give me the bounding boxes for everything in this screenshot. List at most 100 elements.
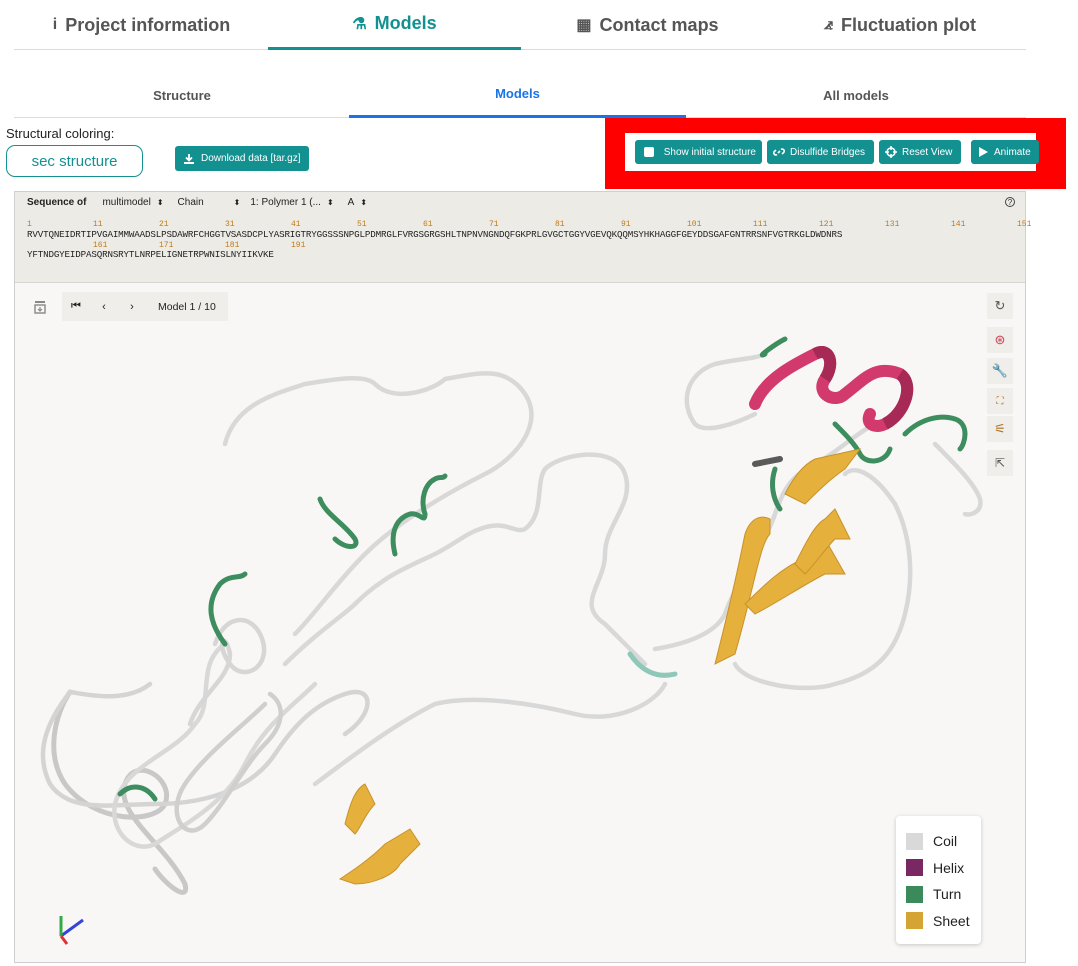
legend-swatch (906, 885, 923, 903)
residue-number: 1 (27, 220, 32, 229)
subtab-models[interactable]: Models (349, 72, 686, 118)
turn-segment (770, 466, 783, 512)
residue-number: 191 (291, 241, 306, 250)
sequence-line-1[interactable]: RVVTQNEIDRTIPVGAIMMWAADSLPSDAWRFCHGGTVSA… (27, 229, 842, 240)
tab-label: Models (374, 13, 437, 33)
sort-icon: ⬍ (326, 198, 334, 207)
residue-number: 31 (225, 220, 235, 229)
grid-icon: ▦ (576, 17, 592, 34)
coil-segment (684, 351, 768, 431)
highlight-box: Show initial structure Disulfide Bridges… (605, 118, 1066, 189)
animate-button[interactable]: Animate (971, 140, 1039, 164)
ligand-stick (752, 456, 783, 467)
tab-label: Project information (65, 14, 231, 35)
residue-number: 141 (951, 220, 966, 229)
settings-sliders-icon[interactable]: ⚟ (987, 416, 1013, 442)
toggle-sequence-icon[interactable] (29, 296, 51, 318)
chain-select[interactable]: A ⬍ (348, 197, 367, 208)
disulfide-bridges-button[interactable]: Disulfide Bridges (767, 140, 874, 164)
coil-segment (732, 468, 913, 691)
legend-label: Turn (933, 886, 962, 903)
download-label: Download data [tar.gz] (201, 153, 301, 164)
residue-number: 81 (555, 220, 565, 229)
download-button[interactable]: Download data [tar.gz] (175, 146, 309, 171)
previous-model-button[interactable]: ‹ (90, 301, 118, 313)
structure-canvas[interactable] (15, 284, 1025, 963)
sort-icon: ⬍ (156, 198, 164, 207)
tab-label: Contact maps (599, 14, 719, 35)
subtab-all-models[interactable]: All models (686, 72, 1026, 118)
tab-project-information[interactable]: i Project information (14, 0, 269, 50)
tab-fluctuation-plot[interactable]: ⦨ Fluctuation plot (774, 0, 1026, 50)
play-icon (977, 146, 989, 158)
sequence-line-2[interactable]: YFTNDGYEIDPASQRNSRYTLNRPELIGNETRPWNISLNY… (27, 249, 274, 260)
sequence-label: Sequence of (27, 197, 87, 208)
tab-contact-maps[interactable]: ▦ Contact maps (521, 0, 774, 50)
legend-item: Helix (906, 855, 981, 882)
entity-select[interactable]: Chain (178, 197, 204, 208)
viewer-toolbar: Show initial structure Disulfide Bridges… (625, 133, 1039, 171)
residue-number: 111 (753, 220, 768, 229)
entity-arrow: ⬍ (228, 198, 241, 207)
legend-label: Coil (933, 833, 958, 850)
sort-icon: ⬍ (360, 198, 368, 207)
button-label: Animate (994, 146, 1031, 158)
legend-label: Helix (933, 859, 965, 876)
selection-cursor-icon[interactable]: ⇱ (987, 450, 1013, 476)
residue-number: 131 (885, 220, 900, 229)
sequence-header: Sequence of multimodel ⬍ Chain ⬍ 1: Polym… (27, 197, 381, 208)
reset-view-button[interactable]: Reset View (879, 140, 961, 164)
wrench-icon[interactable]: 🔧 (987, 358, 1013, 384)
subtab-structure[interactable]: Structure (14, 72, 350, 118)
first-model-button[interactable]: ⏮ (62, 300, 90, 313)
coil-segment (932, 441, 983, 517)
residue-number: 11 (93, 220, 103, 229)
helix-ribbon (749, 346, 914, 432)
residue-number: 61 (423, 220, 433, 229)
button-label: Show initial structure (663, 146, 756, 158)
model-select[interactable]: multimodel ⬍ (102, 197, 163, 208)
residue-number: 51 (357, 220, 367, 229)
secondary-structure-legend: Coil Helix Turn Sheet (896, 816, 981, 944)
button-label: Disulfide Bridges (790, 146, 866, 158)
show-initial-structure-button[interactable]: Show initial structure (635, 140, 762, 164)
flask-icon: ⚗ (352, 15, 367, 33)
coloring-label: Structural coloring: (6, 126, 115, 141)
expand-icon[interactable]: ⛶ (987, 388, 1013, 414)
polymer-select[interactable]: 1: Polymer 1 (... ⬍ (250, 197, 333, 208)
chart-icon: ⦨ (824, 16, 833, 33)
crosshair-icon (885, 146, 897, 158)
axes-gizmo-icon (59, 916, 84, 945)
spin-icon[interactable]: ↻ (987, 293, 1013, 319)
sequence-panel: Sequence of multimodel ⬍ Chain ⬍ 1: Polym… (15, 192, 1031, 283)
coloring-select[interactable]: sec structure (6, 145, 143, 177)
next-model-button[interactable]: › (118, 301, 146, 313)
residue-number: 21 (159, 220, 169, 229)
model-navigation: ⏮ ‹ › Model 1 / 10 (62, 292, 228, 321)
legend-swatch (906, 859, 923, 877)
residue-number: 101 (687, 220, 702, 229)
help-icon[interactable]: ? (1005, 197, 1015, 207)
tab-models[interactable]: ⚗ Models (268, 0, 521, 50)
turn-segment (760, 336, 788, 358)
residue-number: 91 (621, 220, 631, 229)
sub-tabs: Structure Models All models (14, 72, 1026, 118)
checkbox-icon (644, 147, 654, 157)
legend-item: Sheet (906, 908, 981, 935)
residue-number: 151 (1017, 220, 1032, 229)
turn-segment (208, 571, 248, 647)
legend-item: Turn (906, 881, 981, 908)
model-counter: Model 1 / 10 (158, 300, 216, 313)
legend-item: Coil (906, 828, 981, 855)
legend-swatch (906, 832, 923, 850)
screenshot-icon[interactable]: ⊛ (987, 327, 1013, 353)
link-icon (773, 146, 785, 158)
residue-number: 41 (291, 220, 301, 229)
turn-segment (317, 496, 359, 549)
sort-icon: ⬍ (233, 198, 241, 207)
info-icon: i (52, 16, 58, 33)
legend-swatch (906, 912, 923, 930)
download-icon (184, 153, 194, 164)
coil-segment (222, 371, 534, 637)
main-tabs: i Project information ⚗ Models ▦ Contact… (14, 0, 1026, 50)
